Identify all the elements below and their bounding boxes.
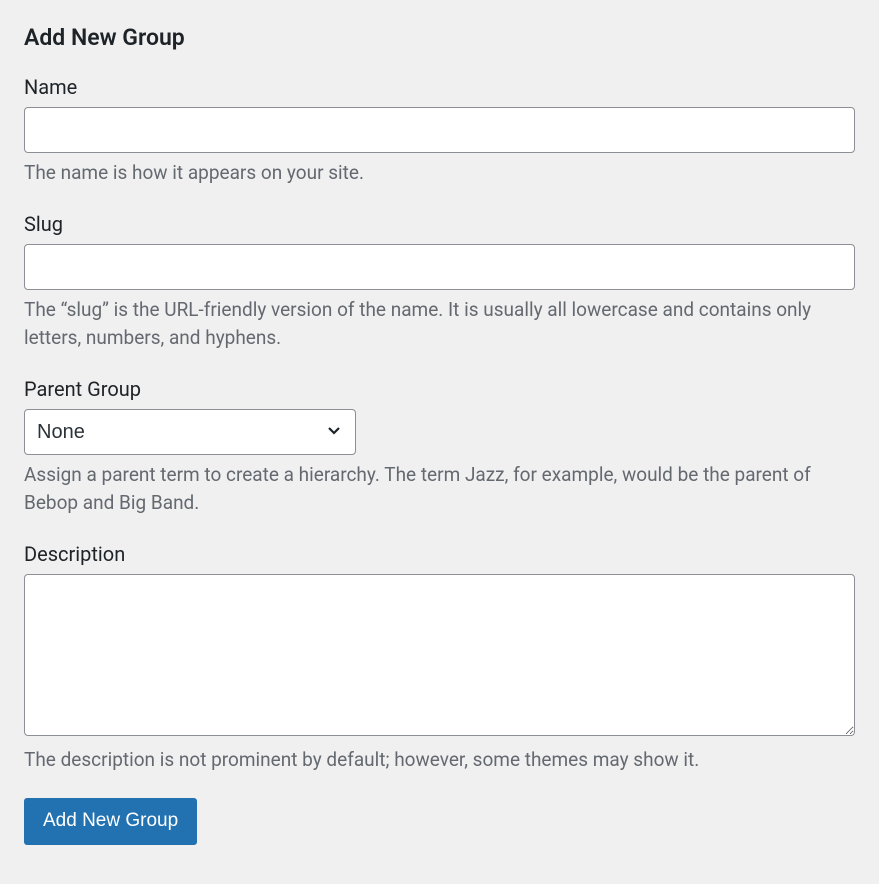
description-textarea[interactable] bbox=[24, 574, 855, 736]
form-heading: Add New Group bbox=[24, 24, 855, 51]
slug-label: Slug bbox=[24, 212, 855, 236]
parent-helper-text: Assign a parent term to create a hierarc… bbox=[24, 461, 855, 518]
add-new-group-button[interactable]: Add New Group bbox=[24, 798, 197, 845]
description-helper-text: The description is not prominent by defa… bbox=[24, 746, 855, 775]
slug-field-group: Slug The “slug” is the URL-friendly vers… bbox=[24, 212, 855, 353]
description-label: Description bbox=[24, 542, 855, 566]
parent-select-wrapper: None bbox=[24, 409, 356, 455]
add-new-group-form: Add New Group Name The name is how it ap… bbox=[24, 24, 855, 845]
slug-helper-text: The “slug” is the URL-friendly version o… bbox=[24, 296, 855, 353]
slug-input[interactable] bbox=[24, 244, 855, 290]
parent-label: Parent Group bbox=[24, 377, 855, 401]
name-input[interactable] bbox=[24, 107, 855, 153]
name-label: Name bbox=[24, 75, 855, 99]
name-field-group: Name The name is how it appears on your … bbox=[24, 75, 855, 188]
parent-field-group: Parent Group None Assign a parent term t… bbox=[24, 377, 855, 518]
name-helper-text: The name is how it appears on your site. bbox=[24, 159, 855, 188]
parent-select[interactable]: None bbox=[24, 409, 356, 455]
description-field-group: Description The description is not promi… bbox=[24, 542, 855, 775]
